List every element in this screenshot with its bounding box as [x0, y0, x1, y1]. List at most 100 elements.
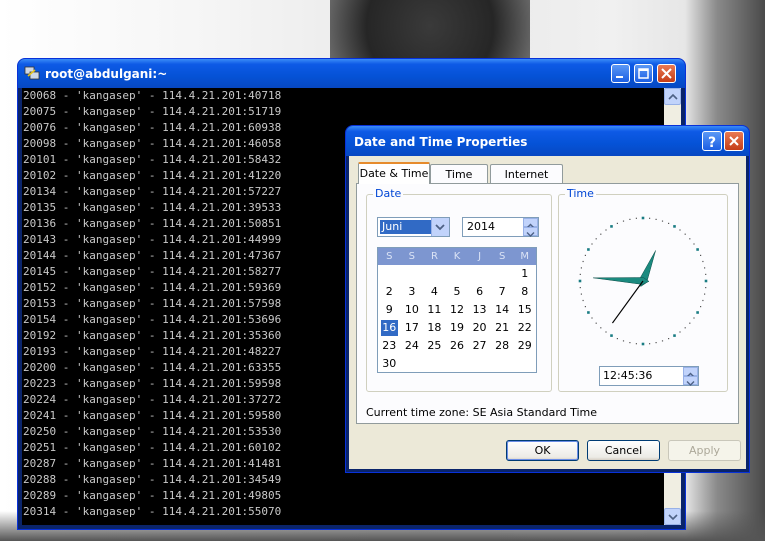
clock-hour-mark	[696, 248, 699, 251]
calendar-empty-cell	[446, 265, 469, 283]
weekday-header: M	[520, 251, 530, 262]
calendar-day[interactable]: 28	[491, 337, 514, 355]
calendar-days[interactable]: 1 2 3 4 5 6 7 8 9 10 11 12 13 14 15 16 17 18 19 20 21 22 23 24 2…	[378, 265, 536, 373]
calendar-day[interactable]: 2	[378, 283, 401, 301]
year-down-button[interactable]	[523, 227, 538, 237]
calendar-day[interactable]: 29	[513, 337, 536, 355]
clock-minute-mark	[702, 299, 704, 302]
calendar-day[interactable]: 23	[378, 337, 401, 355]
terminal-line: 20288 - 'kangasep' - 114.4.21.201:34549	[23, 473, 282, 486]
month-value: Juni	[380, 220, 434, 234]
month-calendar[interactable]: SSRKJSM 1 2 3 4 5 6 7 8 9 10 11 12 13 14 15 16 17 18 19 20 2…	[377, 247, 537, 373]
cancel-button[interactable]: Cancel	[587, 440, 660, 461]
time-up-button[interactable]	[683, 367, 698, 378]
calendar-day[interactable]: 27	[468, 337, 491, 355]
month-select[interactable]: Juni	[377, 217, 450, 237]
calendar-empty-cell	[401, 355, 424, 373]
ok-button[interactable]: OK	[506, 440, 579, 461]
dialog-body: Date & Time Time Zone Internet Time Date…	[349, 156, 746, 469]
weekday-header: S	[386, 251, 393, 262]
scroll-up-button[interactable]	[664, 88, 681, 105]
calendar-day[interactable]: 19	[446, 319, 469, 337]
clock-minute-mark	[595, 322, 597, 324]
calendar-day[interactable]: 18	[423, 319, 446, 337]
year-up-button[interactable]	[523, 218, 538, 229]
year-spinner[interactable]: 2014	[462, 217, 539, 237]
apply-button[interactable]: Apply	[668, 440, 741, 461]
tab-time-zone[interactable]: Time Zone	[430, 164, 488, 200]
help-button[interactable]: ?	[702, 131, 722, 151]
calendar-empty-cell	[423, 355, 446, 373]
calendar-day[interactable]: 22	[513, 319, 536, 337]
terminal-close-button[interactable]	[657, 64, 676, 83]
scroll-down-button[interactable]	[664, 508, 681, 525]
help-icon: ?	[708, 135, 716, 151]
calendar-day[interactable]: 4	[423, 283, 446, 301]
calendar-day[interactable]: 10	[401, 301, 424, 319]
time-spinner[interactable]: 12:45:36	[599, 366, 699, 386]
calendar-day[interactable]: 17	[401, 319, 424, 337]
weekday-header: R	[430, 251, 438, 262]
clock-minute-mark	[635, 217, 637, 219]
dialog-close-button[interactable]	[724, 131, 744, 151]
clock-minute-mark	[580, 293, 582, 295]
clock-hour-mark	[610, 225, 613, 228]
putty-icon	[24, 66, 40, 80]
calendar-day[interactable]: 13	[468, 301, 491, 319]
calendar-day[interactable]: 24	[401, 337, 424, 355]
calendar-day[interactable]: 6	[468, 283, 491, 301]
calendar-day[interactable]: 12	[446, 301, 469, 319]
calendar-day[interactable]: 9	[378, 301, 401, 319]
month-dropdown-button[interactable]	[431, 218, 449, 236]
clock-minute-mark	[649, 217, 651, 219]
clock-minute-mark	[600, 327, 602, 329]
maximize-button[interactable]	[634, 64, 653, 83]
chevron-down-icon	[686, 381, 695, 386]
calendar-empty-cell	[491, 265, 514, 283]
clock-minute-mark	[702, 260, 704, 263]
clock-hour-mark	[673, 225, 676, 228]
clock-minute-mark	[629, 218, 631, 220]
tab-date-time[interactable]: Date & Time	[358, 162, 430, 184]
clock-minute-mark	[679, 229, 681, 231]
clock-minute-mark	[689, 238, 691, 240]
calendar-day[interactable]: 15	[513, 301, 536, 319]
calendar-empty-cell	[468, 355, 491, 373]
tab-internet-time[interactable]: Internet Time	[490, 164, 563, 200]
calendar-empty-cell	[423, 265, 446, 283]
calendar-day-selected[interactable]: 16	[381, 320, 398, 336]
close-icon	[729, 136, 739, 146]
clock-hour-mark	[610, 334, 613, 337]
clock-hour-mark	[704, 279, 708, 283]
clock-minute-mark	[649, 343, 651, 345]
date-group-label: Date	[373, 187, 404, 200]
clock-minute-mark	[655, 342, 657, 344]
calendar-day[interactable]: 5	[446, 283, 469, 301]
clock-minute-mark	[693, 317, 695, 319]
minimize-button[interactable]	[611, 64, 630, 83]
clock-hour-mark	[641, 216, 645, 220]
calendar-day[interactable]: 25	[423, 337, 446, 355]
chevron-down-icon	[435, 224, 445, 231]
calendar-day[interactable]: 30	[378, 355, 401, 373]
clock-minute-mark	[579, 287, 581, 289]
terminal-title: root@abdulgani:~	[45, 67, 168, 81]
calendar-empty-cell	[378, 265, 401, 283]
tab-panel: Date Juni 2014 SSRKJSM 1 2 3 4 5 6 7 8 9 10 11 12 13…	[356, 183, 739, 424]
calendar-day[interactable]: 26	[446, 337, 469, 355]
clock-minute-mark	[655, 218, 657, 220]
calendar-day[interactable]: 7	[491, 283, 514, 301]
calendar-day[interactable]: 3	[401, 283, 424, 301]
clock-minute-mark	[605, 229, 607, 231]
terminal-titlebar[interactable]: root@abdulgani:~	[18, 59, 685, 88]
minimize-icon	[616, 76, 623, 78]
time-down-button[interactable]	[683, 376, 698, 386]
calendar-day[interactable]: 21	[491, 319, 514, 337]
calendar-day[interactable]: 8	[513, 283, 536, 301]
calendar-day[interactable]: 1	[513, 265, 536, 283]
dialog-titlebar[interactable]: Date and Time Properties ?	[346, 126, 749, 156]
calendar-day[interactable]: 20	[468, 319, 491, 337]
calendar-day[interactable]: 11	[423, 301, 446, 319]
date-group: Date Juni 2014 SSRKJSM 1 2 3 4 5 6 7 8 9 10 11 12 13…	[366, 187, 552, 392]
calendar-day[interactable]: 14	[491, 301, 514, 319]
